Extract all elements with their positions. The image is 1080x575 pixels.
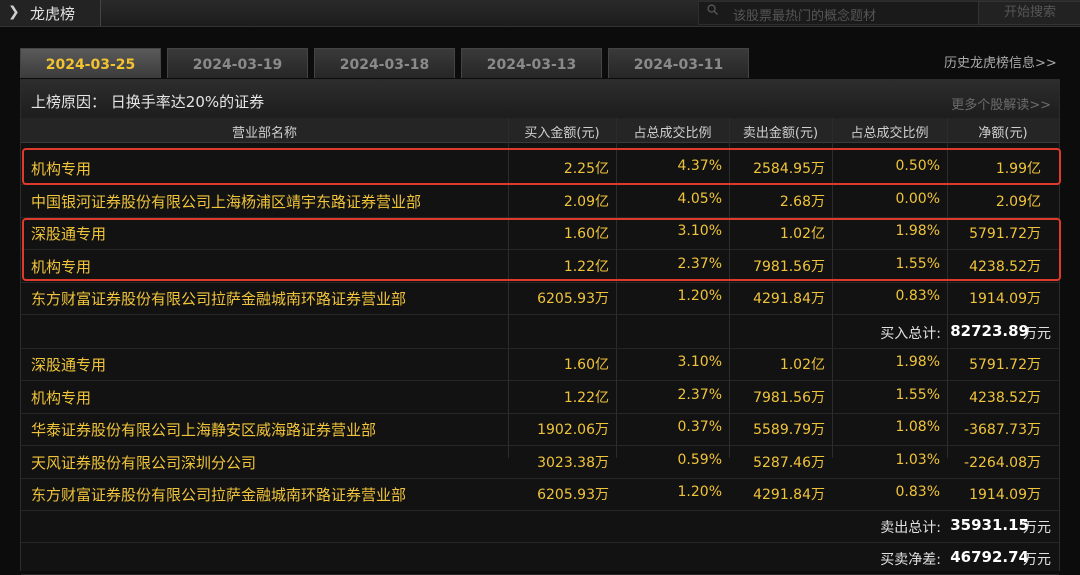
net-total-label: 买卖净差:: [880, 552, 941, 568]
row-sell-ratio: 0.83%: [895, 288, 940, 304]
row-dept-name: 中国银河证券股份有限公司上海杨浦区靖宇东路证券营业部: [31, 192, 422, 211]
row-net-amount: -2264.08万: [964, 454, 1041, 471]
net-total-value: 46792.74: [950, 548, 1029, 566]
row-sell-ratio: 1.98%: [895, 354, 940, 370]
col-header-dept: 营业部名称: [231, 126, 297, 141]
col-header-sell: 卖出金额(元): [742, 126, 819, 141]
row-sell-ratio: 0.00%: [895, 190, 940, 207]
row-dept-name: 华泰证券股份有限公司上海静安区威海路证券营业部: [31, 421, 377, 439]
row-buy-amount: 1902.06万: [537, 422, 609, 438]
title-tab[interactable]: ❯ 龙虎榜: [0, 0, 101, 26]
row-sell-amount: 7981.56万: [753, 389, 825, 406]
buy-total-row: 买入总计: 82723.89 万元: [21, 316, 1059, 349]
col-header-buy-ratio: 占总成交比例: [633, 126, 712, 141]
net-total-row: 买卖净差: 46792.74 万元: [21, 542, 1059, 575]
row-buy-amount: 1.60亿: [563, 357, 609, 373]
highlight-box: [22, 218, 1061, 281]
row-dept-name: 天风证券股份有限公司深圳分公司: [31, 453, 257, 472]
tab-2024-03-25[interactable]: 2024-03-25: [20, 48, 161, 78]
history-link[interactable]: 历史龙虎榜信息>>: [944, 52, 1057, 71]
buy-total-unit: 万元: [1023, 326, 1051, 342]
reason-label: 上榜原因： 日换手率达20%的证券: [31, 93, 265, 111]
tab-2024-03-19[interactable]: 2024-03-19: [167, 48, 308, 78]
col-header-buy: 买入金额(元): [524, 126, 600, 141]
row-buy-ratio: 3.10%: [677, 354, 722, 370]
sell-total-label: 卖出总计:: [880, 520, 941, 536]
highlight-box: [22, 148, 1061, 185]
row-dept-name: 东方财富证券股份有限公司拉萨金融城南环路证券营业部: [31, 290, 407, 308]
row-net-amount: 4238.52万: [969, 389, 1041, 406]
table-row[interactable]: 机构专用 1.22亿 2.37% 7981.56万 1.55% 4238.52万: [21, 381, 1059, 414]
col-header-sell-ratio: 占总成交比例: [850, 126, 929, 141]
title-bar: ❯ 龙虎榜 该股票最热门的概念题材 开始搜索: [0, 0, 1080, 27]
row-buy-amount: 6205.93万: [537, 291, 609, 307]
buy-total-label: 买入总计:: [880, 326, 941, 342]
row-sell-ratio: 0.83%: [895, 484, 940, 500]
sell-total-unit: 万元: [1023, 520, 1051, 536]
sell-total-value: 35931.15: [950, 516, 1029, 534]
row-buy-ratio: 0.37%: [677, 419, 722, 435]
reason-bar: 上榜原因： 日换手率达20%的证券 更多个股解读>>: [21, 80, 1059, 119]
sell-total-row: 卖出总计: 35931.15 万元: [21, 510, 1059, 543]
search-icon: [707, 4, 718, 15]
row-net-amount: 1914.09万: [969, 291, 1041, 307]
row-sell-ratio: 1.08%: [895, 419, 940, 435]
row-buy-ratio: 4.05%: [677, 190, 722, 207]
row-buy-amount: 6205.93万: [537, 487, 609, 503]
row-dept-name: 东方财富证券股份有限公司拉萨金融城南环路证券营业部: [31, 486, 407, 504]
row-dept-name: 机构专用: [31, 388, 92, 407]
row-buy-ratio: 0.59%: [677, 451, 722, 468]
search-input[interactable]: 该股票最热门的概念题材: [733, 5, 876, 24]
table-row[interactable]: 深股通专用 1.60亿 3.10% 1.02亿 1.98% 5791.72万: [21, 348, 1059, 381]
row-buy-ratio: 1.20%: [677, 288, 722, 304]
row-buy-amount: 1.22亿: [563, 389, 609, 406]
row-buy-amount: 3023.38万: [537, 454, 609, 471]
table-row[interactable]: 中国银河证券股份有限公司上海杨浦区靖宇东路证券营业部 2.09亿 4.05% 2.68…: [21, 185, 1059, 218]
row-net-amount: 1914.09万: [969, 487, 1041, 503]
table-row[interactable]: 天风证券股份有限公司深圳分公司 3023.38万 0.59% 5287.46万 1.03…: [21, 446, 1059, 479]
table-header: 营业部名称 买入金额(元) 占总成交比例 卖出金额(元) 占总成交比例 净额(元…: [21, 118, 1059, 143]
row-sell-amount: 1.02亿: [779, 357, 825, 373]
tab-2024-03-11[interactable]: 2024-03-11: [608, 48, 749, 78]
row-dept-name: 深股通专用: [31, 356, 107, 374]
row-buy-amount: 2.09亿: [563, 193, 609, 210]
row-sell-amount: 2.68万: [779, 193, 825, 210]
tab-2024-03-13[interactable]: 2024-03-13: [461, 48, 602, 78]
row-buy-ratio: 2.37%: [677, 386, 722, 403]
row-net-amount: -3687.73万: [964, 422, 1041, 438]
row-sell-amount: 4291.84万: [753, 291, 825, 307]
row-net-amount: 2.09亿: [995, 193, 1041, 210]
table-row[interactable]: 东方财富证券股份有限公司拉萨金融城南环路证券营业部 6205.93万 1.20% 42…: [21, 282, 1059, 315]
buy-total-value: 82723.89: [950, 322, 1029, 340]
table-row[interactable]: 华泰证券股份有限公司上海静安区威海路证券营业部 1902.06万 0.37% 5589…: [21, 413, 1059, 446]
table-row[interactable]: 东方财富证券股份有限公司拉萨金融城南环路证券营业部 6205.93万 1.20% 42…: [21, 478, 1059, 511]
row-sell-amount: 5589.79万: [753, 422, 825, 438]
search-box[interactable]: 该股票最热门的概念题材: [698, 1, 980, 25]
more-analysis-link[interactable]: 更多个股解读>>: [951, 94, 1051, 113]
search-button[interactable]: 开始搜索: [978, 1, 1080, 25]
chevron-right-icon[interactable]: ❯: [8, 4, 20, 20]
row-sell-amount: 5287.46万: [753, 454, 825, 471]
row-sell-ratio: 1.55%: [895, 386, 940, 403]
tab-2024-03-18[interactable]: 2024-03-18: [314, 48, 455, 78]
row-buy-ratio: 1.20%: [677, 484, 722, 500]
window-title: 龙虎榜: [30, 5, 76, 23]
row-net-amount: 5791.72万: [969, 357, 1041, 373]
net-total-unit: 万元: [1023, 552, 1051, 568]
row-sell-ratio: 1.03%: [895, 451, 940, 468]
row-sell-amount: 4291.84万: [753, 487, 825, 503]
col-header-net: 净额(元): [978, 126, 1028, 141]
